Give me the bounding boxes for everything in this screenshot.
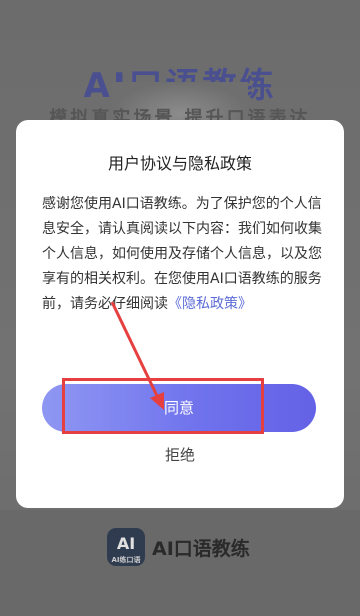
annotation-arrow <box>110 301 164 410</box>
